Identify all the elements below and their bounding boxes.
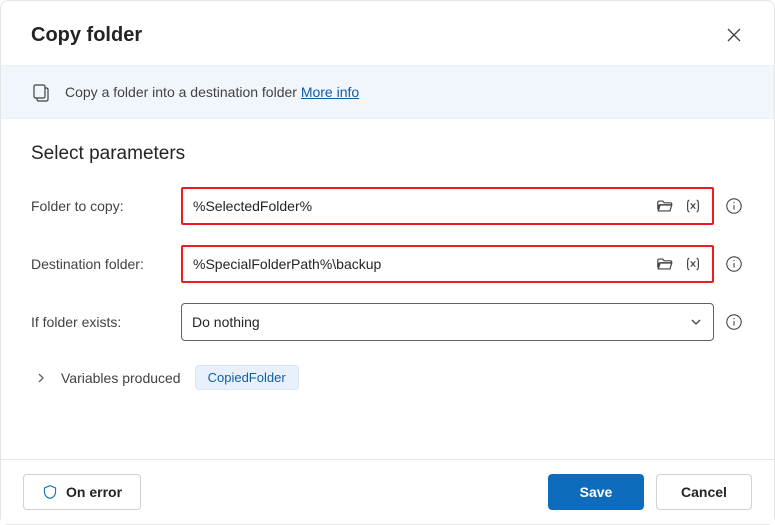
variables-expand-toggle[interactable] [35, 372, 47, 384]
browse-destination-button[interactable] [656, 255, 674, 273]
folder-to-copy-input[interactable] [193, 198, 656, 214]
if-exists-info[interactable] [724, 312, 744, 332]
dialog-title: Copy folder [31, 24, 142, 47]
folder-open-icon [656, 197, 674, 215]
chevron-down-icon [689, 315, 703, 329]
if-exists-select[interactable]: Do nothing [181, 303, 714, 341]
banner-description: Copy a folder into a destination folder [65, 84, 301, 100]
variable-chip[interactable]: CopiedFolder [195, 365, 299, 390]
banner-text: Copy a folder into a destination folder … [65, 84, 359, 100]
info-banner: Copy a folder into a destination folder … [1, 65, 774, 119]
insert-variable-button-2[interactable] [684, 255, 702, 273]
save-button[interactable]: Save [548, 474, 644, 510]
more-info-link[interactable]: More info [301, 84, 359, 100]
section-title: Select parameters [31, 143, 744, 165]
if-exists-label: If folder exists: [31, 314, 171, 330]
destination-folder-input[interactable] [193, 256, 656, 272]
folder-open-icon [656, 255, 674, 273]
if-exists-value: Do nothing [192, 314, 260, 330]
destination-folder-label: Destination folder: [31, 256, 171, 272]
close-icon [727, 28, 741, 42]
shield-icon [42, 484, 58, 500]
folder-to-copy-info[interactable] [724, 196, 744, 216]
info-icon [725, 313, 743, 331]
variable-icon [684, 197, 702, 215]
close-button[interactable] [718, 19, 750, 51]
insert-variable-button[interactable] [684, 197, 702, 215]
variable-icon [684, 255, 702, 273]
on-error-label: On error [66, 484, 122, 500]
folder-to-copy-input-wrap[interactable] [181, 187, 714, 225]
cancel-button[interactable]: Cancel [656, 474, 752, 510]
info-icon [725, 255, 743, 273]
destination-folder-info[interactable] [724, 254, 744, 274]
variables-produced-label: Variables produced [61, 370, 181, 386]
info-icon [725, 197, 743, 215]
folder-to-copy-label: Folder to copy: [31, 198, 171, 214]
destination-folder-input-wrap[interactable] [181, 245, 714, 283]
chevron-right-icon [35, 372, 47, 384]
copy-folder-icon [31, 82, 51, 102]
browse-folder-button[interactable] [656, 197, 674, 215]
on-error-button[interactable]: On error [23, 474, 141, 510]
